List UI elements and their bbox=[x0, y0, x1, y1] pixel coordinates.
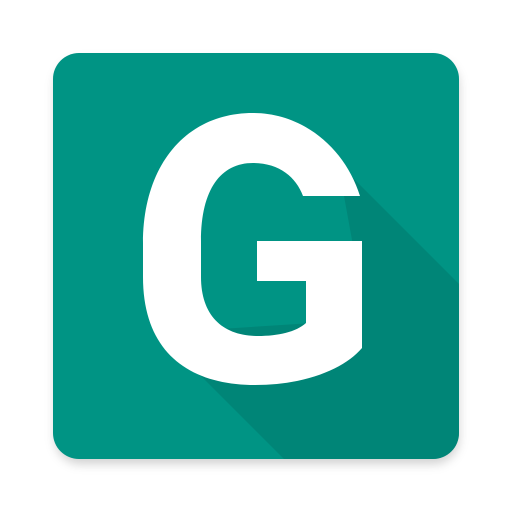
letter-g-glyph bbox=[143, 113, 362, 385]
letter-g-icon bbox=[143, 113, 362, 385]
icon-canvas bbox=[0, 0, 512, 512]
app-icon-tile bbox=[53, 53, 459, 459]
